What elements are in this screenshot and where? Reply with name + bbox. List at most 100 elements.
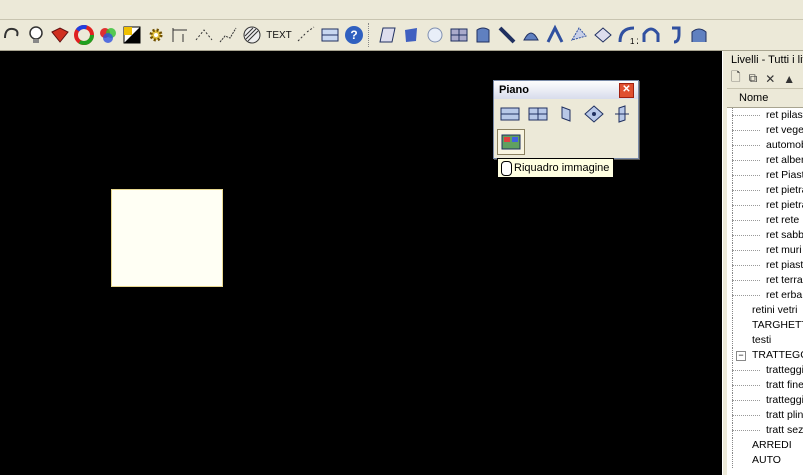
loft-icon[interactable] [519,22,543,48]
layer-label: ret pietra [766,199,803,211]
snap-icon[interactable] [192,22,216,48]
delete-icon[interactable]: ✕ [765,72,775,86]
rgb-color-icon[interactable] [96,22,120,48]
layer-row[interactable]: testi [727,333,803,348]
layer-row[interactable]: ret rete [727,213,803,228]
transform-icon[interactable] [294,22,318,48]
layer-label: ret piastrelle [766,259,803,271]
layer-label: retini vetri [752,304,798,316]
move-up-icon[interactable]: ▲ [783,72,795,86]
layer-row[interactable]: tratteggi [727,363,803,378]
plane-blue-icon[interactable] [399,22,423,48]
lightbulb-icon[interactable] [24,22,48,48]
layer-row[interactable]: AUTO [727,453,803,468]
toolbar-separator [368,23,373,47]
layer-label: ret erba [766,289,803,301]
collapse-icon[interactable]: − [736,351,746,361]
gradient-fill-icon[interactable] [120,22,144,48]
layer-label: tratt plinti [766,409,803,421]
layer-label: ret terra [766,274,803,286]
layer-row[interactable]: ret sabbia [727,228,803,243]
layer-row[interactable]: ret vegetazione [727,123,803,138]
layer-row[interactable]: ret muri [727,243,803,258]
tree-branch [732,400,760,401]
tree-branch [732,250,760,251]
revolve-icon[interactable] [543,22,567,48]
panel-toolbar: 🗋 ⧉ ✕ ▲ [727,69,803,89]
network-surface-icon[interactable] [567,22,591,48]
hatch-icon[interactable] [240,22,264,48]
main-toolbar: TEXT ? 1 2 [0,20,803,51]
layer-row[interactable]: ARREDI [727,438,803,453]
tree-branch [732,370,760,371]
plane-center-icon[interactable] [525,102,551,126]
layer-row[interactable]: ret terra [727,273,803,288]
layer-row[interactable]: TARGHETTE [727,318,803,333]
layer-row[interactable]: tratt sezione [727,423,803,438]
layer-row[interactable]: tratteggi [727,393,803,408]
new-layer-icon[interactable]: 🗋 [731,68,741,89]
picture-frame-object[interactable] [111,189,223,287]
layer-row[interactable]: ret erba [727,288,803,303]
layer-label: ret pilastri [766,109,803,121]
layer-row[interactable]: retini vetri [727,303,803,318]
extrusion-icon[interactable] [471,22,495,48]
tooltip-text: Riquadro immagine [514,162,610,174]
material-icon[interactable] [48,22,72,48]
blend-surface-icon[interactable]: 1 2 [615,22,639,48]
text-button[interactable]: TEXT [264,22,294,48]
layer-row[interactable]: ret pietra [727,183,803,198]
copy-layer-icon[interactable]: ⧉ [749,71,758,86]
polyline-icon[interactable] [216,22,240,48]
layer-row[interactable]: −TRATTEGGI [727,348,803,363]
plane-corner-icon[interactable] [497,102,523,126]
color-wheel-icon[interactable] [72,22,96,48]
layer-label: tratt fine [766,379,803,391]
layer-row[interactable]: ret pilastri [727,108,803,123]
layer-row[interactable]: ret Piastrelle [727,168,803,183]
layer-label: ret muri [766,244,802,256]
tree-branch [732,175,760,176]
tree-branch [732,295,760,296]
tree-branch [732,145,760,146]
patch-icon[interactable] [591,22,615,48]
layer-row[interactable]: ret piastrelle [727,258,803,273]
palette-title[interactable]: Piano ✕ [494,81,638,99]
tree-guide [732,303,733,318]
layers-panel: Livelli - Tutti i livelli 🗋 ⧉ ✕ ▲ Nome r… [727,51,803,475]
layer-row[interactable]: automobili [727,138,803,153]
picture-frame-icon[interactable] [497,129,525,155]
svg-text:?: ? [350,28,357,42]
pipe-icon[interactable] [663,22,687,48]
cutting-plane-icon[interactable] [609,102,635,126]
column-header-name[interactable]: Nome [727,89,803,108]
lasso-icon[interactable] [0,22,24,48]
grid-plane-icon[interactable] [375,22,399,48]
layer-row[interactable]: tratt plinti [727,408,803,423]
vertical-plane-icon[interactable] [553,102,579,126]
help-icon[interactable]: ? [342,22,366,48]
tree-branch [732,265,760,266]
layer-row[interactable]: ret alberi [727,153,803,168]
sweep-icon[interactable] [495,22,519,48]
dimension-icon[interactable] [168,22,192,48]
close-icon[interactable]: ✕ [619,83,634,98]
tree-guide [732,333,733,348]
arch-icon[interactable] [639,22,663,48]
gear-icon[interactable] [144,22,168,48]
window-top-strip [0,0,803,20]
sphere-icon[interactable] [423,22,447,48]
tree-branch [732,235,760,236]
layer-label: ret vegetazione [766,124,803,136]
plane-through-points-icon[interactable] [581,102,607,126]
layer-list: ret pilastri ret vegetazione automobili ret… [727,108,803,468]
layer-label: ret sabbia [766,229,803,241]
block-icon[interactable] [318,22,342,48]
tree-branch [732,415,760,416]
palette-title-text: Piano [499,84,529,96]
layer-row[interactable]: tratt fine [727,378,803,393]
surface-edge-icon[interactable] [687,22,711,48]
layer-row[interactable]: ret pietra [727,198,803,213]
tree-branch [732,385,760,386]
plane-grid-icon[interactable] [447,22,471,48]
